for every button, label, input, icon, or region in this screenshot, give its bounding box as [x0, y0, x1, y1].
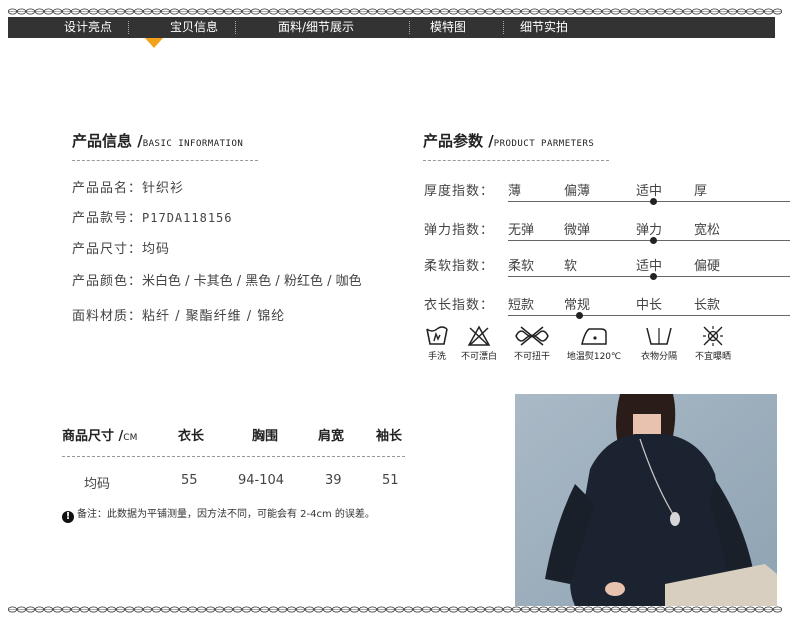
tab-design-highlights[interactable]: 设计亮点 [64, 20, 112, 35]
params-divider [423, 160, 609, 161]
size-cell-chest: 94-104 [238, 473, 285, 488]
param-option: 中长 [636, 298, 663, 313]
param-label: 厚度指数： [424, 184, 495, 199]
section-nav-bar: 设计亮点 宝贝信息 面料/细节展示 模特图 细节实拍 [8, 17, 775, 38]
tab-product-info[interactable]: 宝贝信息 [170, 20, 218, 35]
size-table-title: 商品尺寸 /CM [62, 429, 138, 444]
size-col-chest: 胸围 [252, 429, 279, 444]
care-no-sun: 不宜曝晒 [689, 325, 737, 362]
no-sun-icon [703, 326, 723, 346]
info-row-colors: 产品颜色：米白色 / 卡其色 / 黑色 / 粉红色 / 咖色 [72, 274, 362, 289]
param-option: 薄 [508, 184, 522, 199]
param-scale-bar [508, 240, 790, 241]
param-option: 弹力 [636, 223, 663, 238]
top-chain-border [8, 8, 782, 15]
size-cell-sleeve: 51 [382, 473, 399, 488]
size-cell-length: 55 [181, 473, 198, 488]
param-option: 适中 [636, 259, 663, 274]
tab-divider [128, 21, 129, 34]
param-option: 宽松 [694, 223, 721, 238]
separate-wash-icon [646, 327, 672, 345]
param-option: 微弹 [564, 223, 591, 238]
info-row-size: 产品尺寸：均码 [72, 242, 171, 257]
param-level-marker [650, 273, 657, 280]
param-level-marker [576, 312, 583, 319]
basic-info-divider [72, 160, 258, 161]
param-option: 厚 [694, 184, 708, 199]
size-cell-shoulder: 39 [325, 473, 342, 488]
basic-info-title: 产品信息 /BASIC INFORMATION [72, 132, 244, 150]
size-col-length: 衣长 [178, 429, 205, 444]
param-option: 长款 [694, 298, 721, 313]
no-wring-icon [515, 326, 549, 346]
param-scale-bar [508, 201, 790, 202]
no-bleach-icon [467, 325, 491, 346]
exclamation-icon: ! [62, 511, 74, 523]
active-tab-indicator [145, 38, 163, 48]
size-col-sleeve: 袖长 [376, 429, 403, 444]
param-level-marker [650, 237, 657, 244]
tab-divider [409, 21, 410, 34]
care-hand-wash: 手洗 [424, 325, 450, 362]
model-photo [515, 394, 777, 606]
param-option: 柔软 [508, 259, 535, 274]
tab-divider [503, 21, 504, 34]
param-option: 常规 [564, 298, 591, 313]
param-option: 偏薄 [564, 184, 591, 199]
low-iron-icon [581, 328, 607, 345]
param-option: 偏硬 [694, 259, 721, 274]
param-label: 柔软指数： [424, 259, 495, 274]
tab-model-photos[interactable]: 模特图 [430, 20, 466, 35]
size-note: ! 备注：此数据为平铺测量，因方法不同，可能会有 2-4cm 的误差。 [62, 505, 375, 523]
care-low-iron: 地温熨120℃ [563, 325, 625, 362]
param-level-marker [650, 198, 657, 205]
param-scale-bar [508, 315, 790, 316]
info-row-style-no: 产品款号：P17DA118156 [72, 211, 233, 226]
param-option: 适中 [636, 184, 663, 199]
param-option: 无弹 [508, 223, 535, 238]
param-label: 衣长指数： [424, 298, 495, 313]
bottom-chain-border [8, 606, 782, 613]
hand-wash-icon [426, 326, 448, 345]
care-no-wring: 不可扭干 [508, 325, 556, 362]
size-table-divider [62, 456, 405, 457]
tab-fabric-details[interactable]: 面料/细节展示 [278, 20, 354, 35]
care-separate-wash: 衣物分隔 [634, 325, 684, 362]
tab-detail-shots[interactable]: 细节实拍 [520, 20, 568, 35]
params-title: 产品参数 /PRODUCT PARMETERS [423, 132, 595, 150]
tab-divider [235, 21, 236, 34]
size-col-shoulder: 肩宽 [318, 429, 345, 444]
info-row-name: 产品品名：针织衫 [72, 181, 185, 196]
param-option: 短款 [508, 298, 535, 313]
param-scale-bar [508, 276, 790, 277]
info-row-material: 面料材质：粘纤 / 聚酯纤维 / 锦纶 [72, 309, 286, 324]
param-option: 软 [564, 259, 578, 274]
care-no-bleach: 不可漂白 [455, 325, 503, 362]
param-label: 弹力指数： [424, 223, 495, 238]
size-cell-size: 均码 [84, 477, 111, 492]
